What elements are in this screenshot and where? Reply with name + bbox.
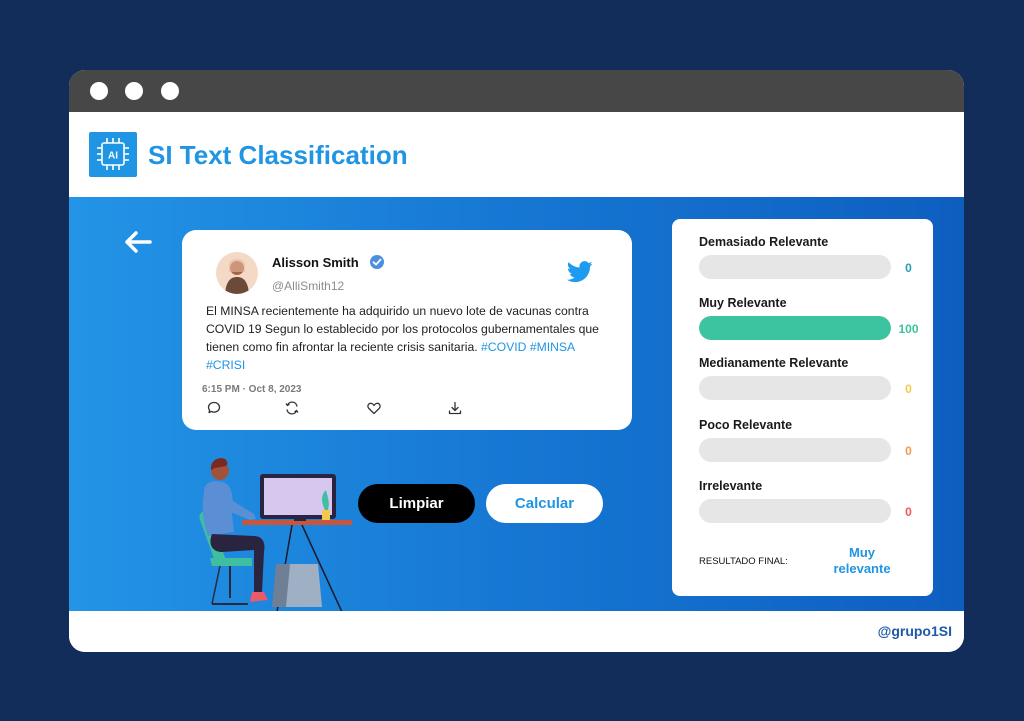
logo-text: AI — [108, 151, 118, 162]
download-icon[interactable] — [447, 400, 463, 416]
results-panel: Demasiado Relevante 0 Muy Relevante 100 … — [672, 219, 933, 596]
category-label: Irrelevante — [699, 479, 763, 493]
progress-track — [699, 255, 891, 279]
app-header: AI SI Text Classification — [69, 112, 964, 197]
final-result-label: RESULTADO FINAL: — [699, 556, 788, 567]
footer-handle[interactable]: @grupo1SI — [878, 623, 952, 639]
category-value: 0 — [905, 505, 912, 519]
category-value: 100 — [898, 322, 919, 336]
hashtag-link[interactable]: #COVID — [481, 340, 526, 354]
app-window: AI SI Text Classification Alisson Smith — [69, 70, 964, 652]
calculate-button[interactable]: Calcular — [486, 484, 603, 523]
verified-badge-icon — [369, 254, 385, 270]
category-label: Poco Relevante — [699, 418, 793, 432]
clear-button[interactable]: Limpiar — [358, 484, 475, 523]
final-result-line2: relevante — [833, 561, 891, 576]
progress-fill — [699, 316, 891, 340]
category-value: 0 — [905, 382, 912, 396]
ai-chip-icon: AI — [89, 132, 137, 177]
progress-track — [699, 499, 891, 523]
tweet-card: Alisson Smith @AlliSmith12 El MINSA reci… — [182, 230, 632, 430]
twitter-bird-icon — [567, 261, 593, 283]
progress-track — [699, 438, 891, 462]
window-dot-2[interactable] — [125, 82, 143, 100]
hashtag-link[interactable]: #MINSA — [530, 340, 575, 354]
window-titlebar — [69, 70, 964, 112]
category-label: Muy Relevante — [699, 296, 787, 310]
app-title: SI Text Classification — [148, 140, 408, 170]
final-result-line1: Muy — [849, 545, 875, 560]
progress-track — [699, 376, 891, 400]
final-result-value: Muy relevante — [822, 545, 902, 577]
person-at-desk-illustration — [182, 452, 357, 613]
footer: @grupo1SI — [69, 611, 964, 652]
avatar — [216, 252, 258, 294]
category-value: 0 — [905, 444, 912, 458]
category-label: Demasiado Relevante — [699, 235, 829, 249]
tweet-timestamp: 6:15 PM · Oct 8, 2023 — [202, 384, 302, 395]
category-value: 0 — [905, 261, 912, 275]
window-dot-3[interactable] — [161, 82, 179, 100]
back-arrow-icon[interactable] — [121, 227, 155, 257]
reply-icon[interactable] — [206, 400, 222, 416]
tweet-author-name[interactable]: Alisson Smith — [272, 255, 359, 270]
main-panel: Alisson Smith @AlliSmith12 El MINSA reci… — [69, 197, 964, 613]
progress-track — [699, 316, 891, 340]
tweet-author-handle[interactable]: @AlliSmith12 — [272, 279, 344, 293]
category-label: Medianamente Relevante — [699, 356, 849, 370]
tweet-text: El MINSA recientemente ha adquirido un n… — [206, 302, 611, 374]
like-icon[interactable] — [366, 400, 382, 416]
window-dot-1[interactable] — [90, 82, 108, 100]
retweet-icon[interactable] — [284, 400, 300, 416]
hashtag-link[interactable]: #CRISI — [206, 358, 245, 372]
